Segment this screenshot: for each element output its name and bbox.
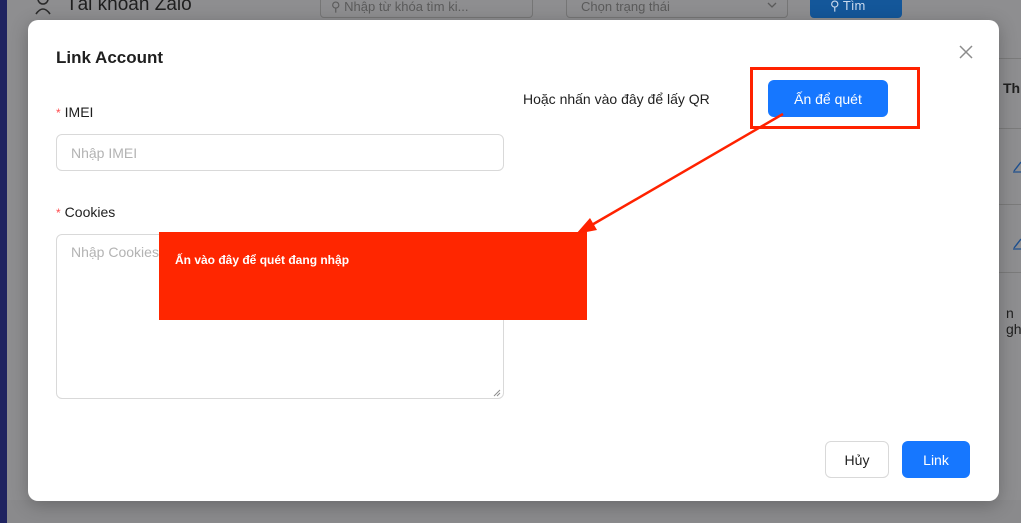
background-table — [998, 58, 1021, 458]
user-icon — [35, 0, 51, 15]
annotation-callout: Ấn vào đây để quét đang nhập — [159, 232, 587, 320]
required-mark: * — [56, 106, 61, 120]
modal-title: Link Account — [56, 48, 164, 67]
search-placeholder: Nhập từ khóa tìm ki... — [344, 0, 469, 14]
status-placeholder: Chọn trạng thái — [581, 0, 670, 14]
link-button[interactable]: Link — [902, 441, 970, 478]
imei-label: * IMEI — [56, 104, 93, 120]
search-icon: ⚲ — [830, 0, 840, 13]
table-divider — [998, 204, 1021, 205]
cancel-button[interactable]: Hủy — [825, 441, 889, 478]
required-mark: * — [56, 206, 61, 220]
cookies-label: * Cookies — [56, 204, 115, 220]
cookies-label-text: Cookies — [64, 204, 116, 220]
page-title: Tài khoản Zalo — [66, 0, 192, 15]
sidebar-strip — [0, 0, 7, 523]
background-footer — [7, 500, 1021, 523]
search-icon: ⚲ — [331, 0, 341, 14]
table-header-fragment: Th — [1003, 80, 1021, 96]
edit-icon[interactable] — [1012, 159, 1021, 173]
imei-label-text: IMEI — [64, 104, 94, 120]
annotation-text: Ấn vào đây để quét đang nhập — [175, 253, 350, 267]
edit-icon[interactable] — [1012, 236, 1021, 250]
table-divider — [998, 272, 1021, 273]
highlight-box — [750, 67, 920, 129]
resize-handle-icon[interactable] — [492, 388, 501, 397]
status-select[interactable]: Chọn trạng thái — [566, 0, 788, 18]
search-input[interactable]: ⚲ Nhập từ khóa tìm ki... — [320, 0, 533, 18]
table-text-fragment: n gh — [1006, 305, 1021, 337]
close-icon[interactable] — [956, 42, 976, 62]
chevron-down-icon — [767, 2, 777, 8]
search-button-label: Tìm — [842, 0, 866, 13]
qr-hint-text: Hoặc nhấn vào đây để lấy QR — [523, 91, 710, 107]
table-divider — [998, 128, 1021, 129]
search-button[interactable]: ⚲ Tìm — [810, 0, 902, 18]
imei-input[interactable] — [56, 134, 504, 171]
